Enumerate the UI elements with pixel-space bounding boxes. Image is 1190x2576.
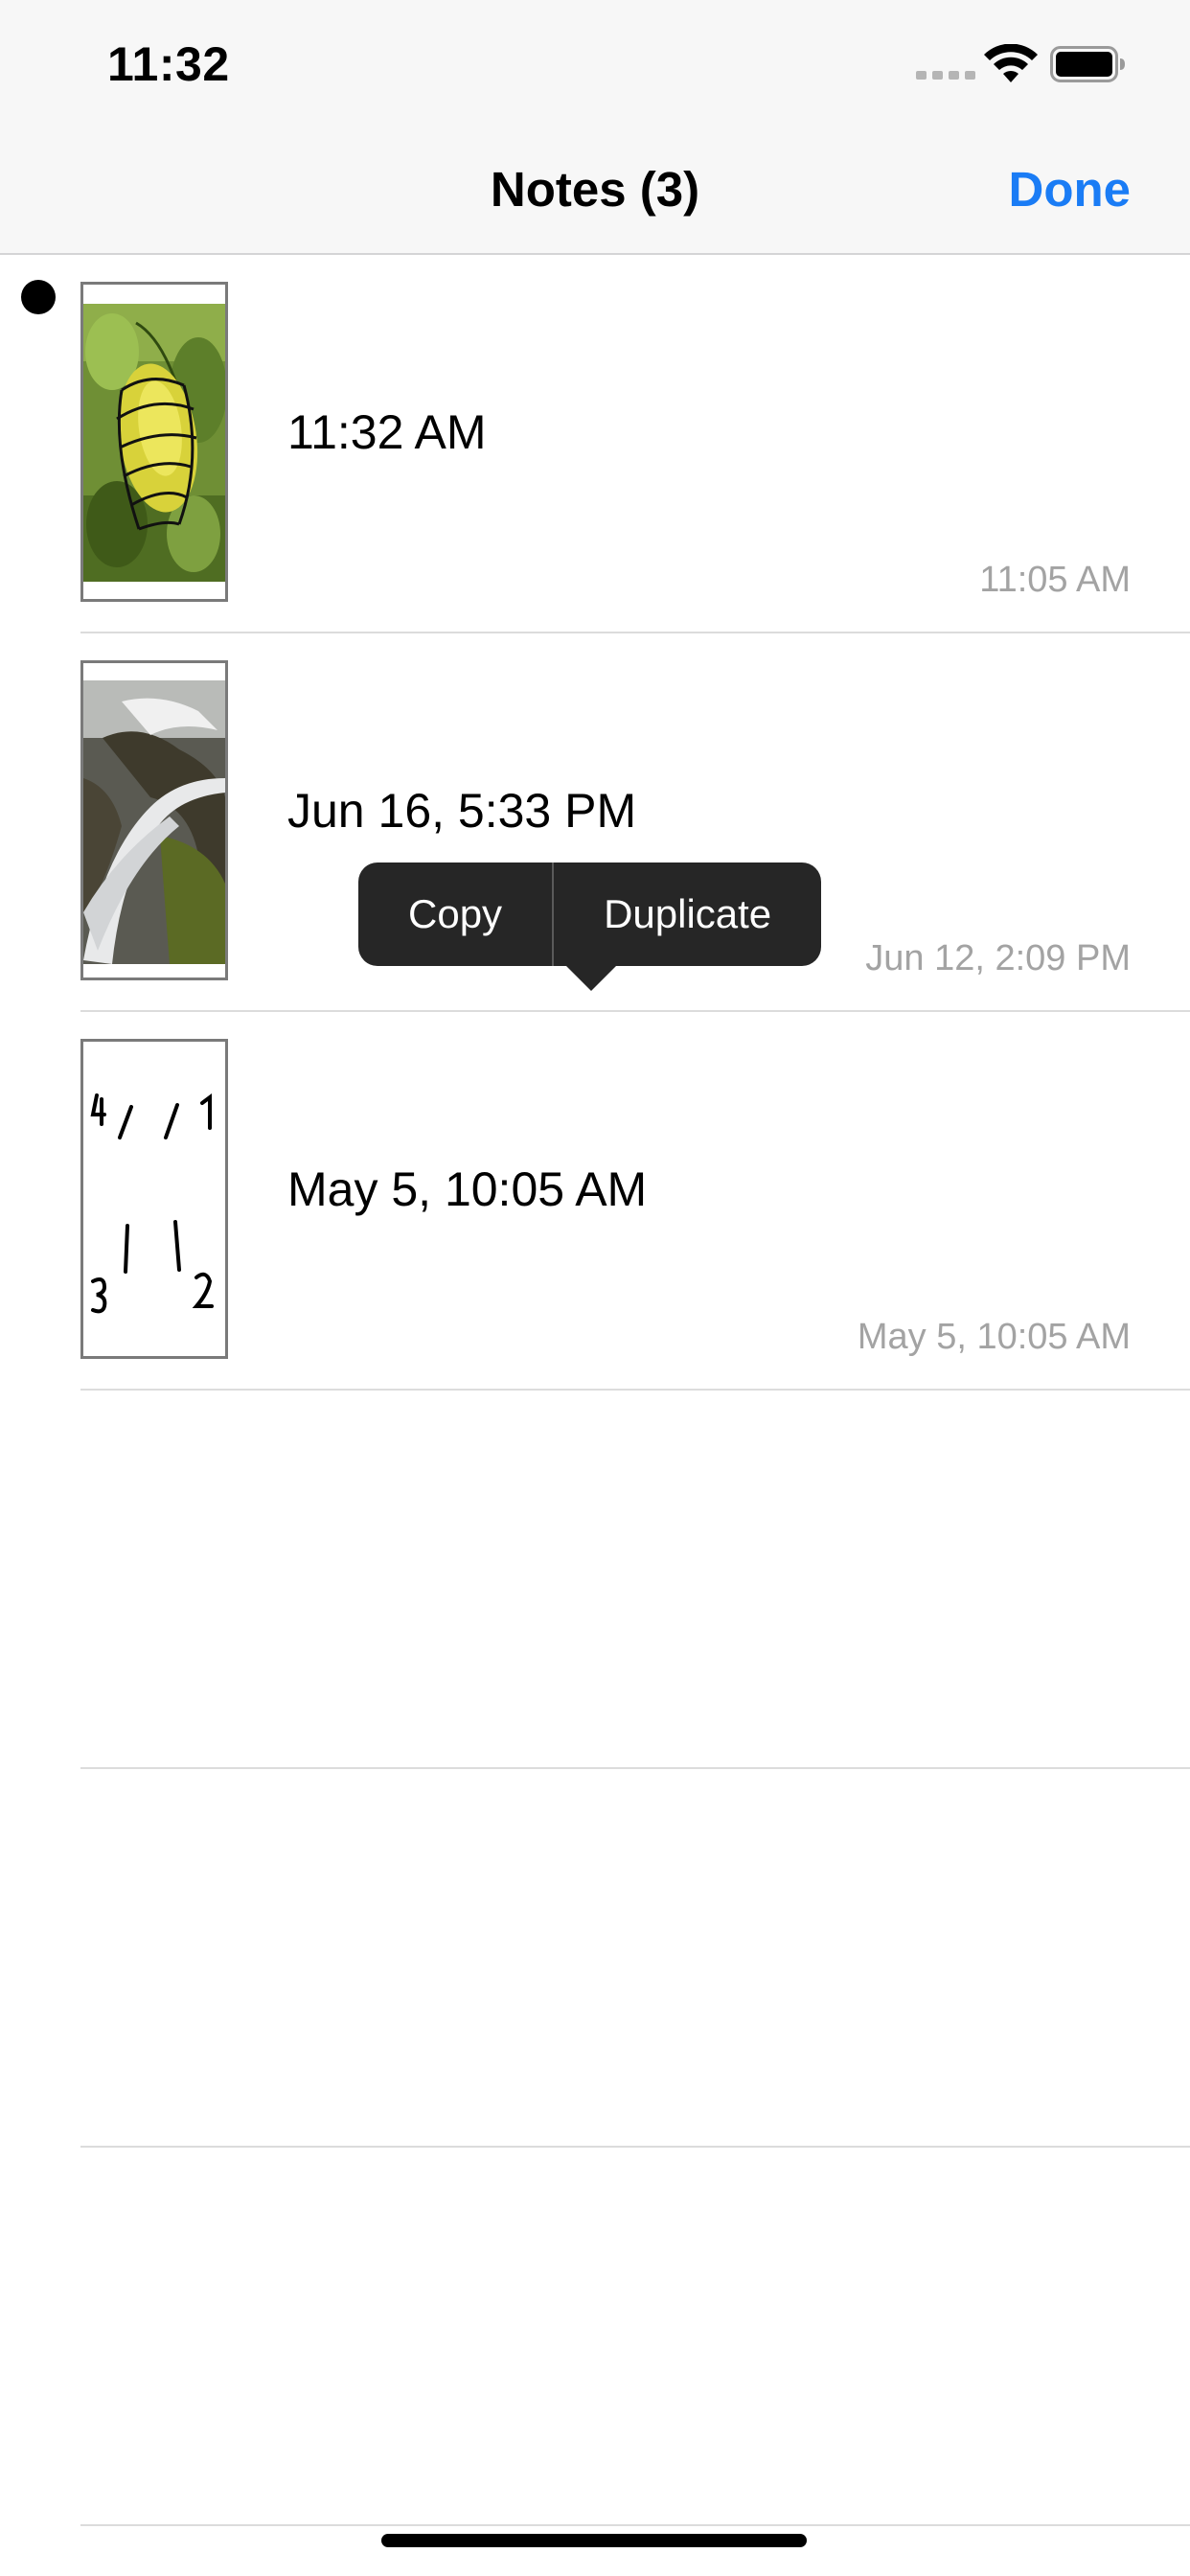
- notes-list: 11:32 AM 11:05 AM Jun 16, 5:33 PM Jun 12…: [0, 255, 1190, 2526]
- duplicate-menu-item[interactable]: Duplicate: [554, 862, 821, 966]
- done-button[interactable]: Done: [1009, 161, 1132, 218]
- wifi-icon: [984, 44, 1038, 82]
- leaf-photo-image: [83, 285, 225, 599]
- note-date: 11:05 AM: [979, 560, 1131, 600]
- note-date: May 5, 10:05 AM: [857, 1317, 1131, 1357]
- selected-indicator-icon: [21, 280, 56, 314]
- note-row[interactable]: May 5, 10:05 AM May 5, 10:05 AM: [80, 1012, 1190, 1391]
- status-time: 11:32: [107, 37, 230, 91]
- battery-icon: [1050, 46, 1125, 82]
- empty-row: [80, 1391, 1190, 1769]
- cellular-signal-icon: [916, 71, 975, 80]
- status-bar: 11:32: [0, 0, 1190, 134]
- waterfall-photo-image: [83, 663, 225, 978]
- empty-row: [80, 1769, 1190, 2148]
- navigation-bar: Notes (3) Done: [0, 134, 1190, 255]
- note-title: Jun 16, 5:33 PM: [287, 784, 637, 838]
- context-menu-arrow-icon: [564, 964, 618, 991]
- note-row[interactable]: 11:32 AM 11:05 AM: [21, 255, 1190, 633]
- note-thumbnail: [80, 282, 228, 602]
- note-title: May 5, 10:05 AM: [287, 1162, 648, 1216]
- note-thumbnail: [80, 1039, 228, 1359]
- note-thumbnail: [80, 660, 228, 980]
- empty-row: [80, 2148, 1190, 2526]
- handwritten-sketch-image: [83, 1042, 225, 1356]
- context-menu: Copy Duplicate: [358, 862, 822, 966]
- home-indicator[interactable]: [381, 2534, 807, 2547]
- copy-menu-item[interactable]: Copy: [358, 862, 552, 966]
- note-date: Jun 12, 2:09 PM: [865, 938, 1131, 978]
- note-title: 11:32 AM: [287, 405, 487, 459]
